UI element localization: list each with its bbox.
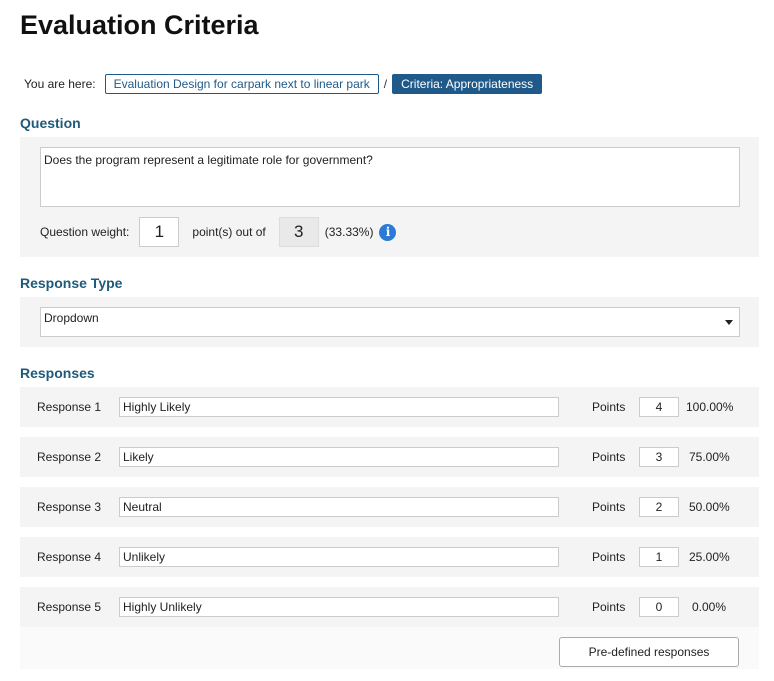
- question-weight-input[interactable]: 1: [139, 217, 180, 247]
- question-weight-label: Question weight:: [40, 225, 130, 239]
- responses-heading: Responses: [20, 365, 95, 381]
- points-label: Points: [592, 500, 626, 514]
- response-label: Response 4: [37, 550, 102, 564]
- response-label: Response 3: [37, 500, 102, 514]
- response-percentage: 0.00%: [692, 600, 727, 614]
- response-points-input[interactable]: 0: [639, 597, 679, 617]
- response-text-input[interactable]: Likely: [119, 447, 559, 467]
- breadcrumb: You are here: Evaluation Design for carp…: [24, 74, 543, 94]
- response-points-input[interactable]: 4: [639, 397, 679, 417]
- breadcrumb-label: You are here:: [24, 77, 96, 91]
- response-percentage: 75.00%: [689, 450, 730, 464]
- response-text-input[interactable]: Highly Likely: [119, 397, 559, 417]
- response-text-input[interactable]: Unlikely: [119, 547, 559, 567]
- response-row: Response 5 Highly Unlikely Points 0 0.00…: [20, 587, 759, 627]
- response-type-selected-value: Dropdown: [44, 311, 99, 325]
- response-row: Response 4 Unlikely Points 1 25.00%: [20, 537, 759, 577]
- question-heading: Question: [20, 115, 81, 131]
- response-text-input[interactable]: Highly Unlikely: [119, 597, 559, 617]
- weight-percentage: (33.33%): [324, 225, 374, 239]
- predefined-responses-button[interactable]: Pre-defined responses: [559, 637, 739, 667]
- question-panel: Does the program represent a legitimate …: [20, 137, 759, 257]
- page-title: Evaluation Criteria: [20, 10, 259, 40]
- response-type-heading: Response Type: [20, 275, 123, 291]
- points-label: Points: [592, 450, 626, 464]
- response-points-input[interactable]: 1: [639, 547, 679, 567]
- question-text-field[interactable]: Does the program represent a legitimate …: [40, 147, 740, 207]
- response-type-panel: Dropdown: [20, 297, 759, 347]
- question-weight-row: Question weight: 1 point(s) out of 3 (33…: [40, 217, 397, 247]
- points-label: Points: [592, 600, 626, 614]
- response-percentage: 50.00%: [689, 500, 730, 514]
- breadcrumb-link-evaluation-design[interactable]: Evaluation Design for carpark next to li…: [104, 74, 379, 94]
- response-percentage: 25.00%: [689, 550, 730, 564]
- out-of-label: point(s) out of: [192, 225, 266, 239]
- breadcrumb-current: Criteria: Appropriateness: [392, 74, 543, 94]
- info-icon[interactable]: i: [379, 223, 397, 241]
- response-percentage: 100.00%: [686, 400, 734, 414]
- points-label: Points: [592, 400, 626, 414]
- response-label: Response 1: [37, 400, 102, 414]
- response-row: Response 1 Highly Likely Points 4 100.00…: [20, 387, 759, 427]
- points-label: Points: [592, 550, 626, 564]
- response-points-input[interactable]: 2: [639, 497, 679, 517]
- response-label: Response 2: [37, 450, 102, 464]
- response-label: Response 5: [37, 600, 102, 614]
- response-row: Response 2 Likely Points 3 75.00%: [20, 437, 759, 477]
- response-type-select[interactable]: Dropdown: [40, 307, 740, 337]
- responses-footer: Pre-defined responses: [20, 627, 759, 669]
- breadcrumb-separator: /: [383, 77, 388, 91]
- total-points-field: 3: [278, 217, 319, 247]
- chevron-down-icon: [725, 320, 733, 325]
- response-text-input[interactable]: Neutral: [119, 497, 559, 517]
- response-row: Response 3 Neutral Points 2 50.00%: [20, 487, 759, 527]
- response-points-input[interactable]: 3: [639, 447, 679, 467]
